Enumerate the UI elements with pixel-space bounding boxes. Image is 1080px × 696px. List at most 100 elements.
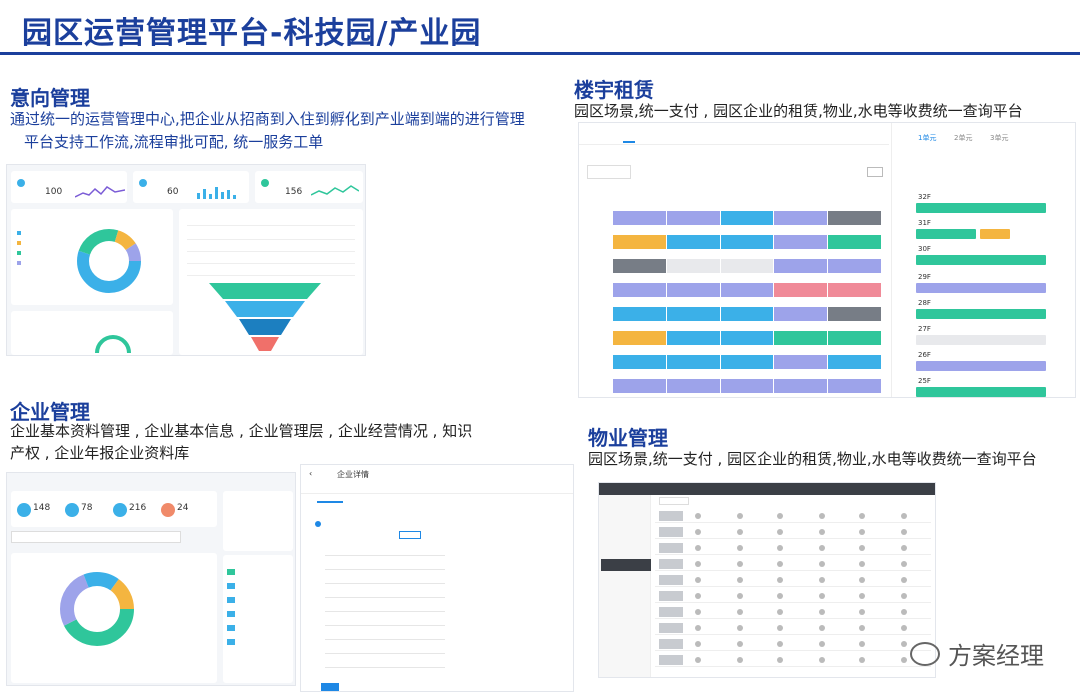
donut-card [11,209,173,305]
sparkline-3 [311,185,359,196]
grid-toggle-icon[interactable] [867,167,883,177]
stat-value: 148 [33,503,51,513]
property-desc: 园区场景,统一支付 , 园区企业的租赁,物业,水电等收费统一查询平台 [588,450,1037,468]
enterprise-stats: 148 78 216 24 [11,491,217,527]
stat-value: 100 [45,187,63,197]
unit-bar [980,229,1010,239]
stat-icon [139,179,147,187]
table-row [655,541,931,555]
enterprise-dashboard: 148 78 216 24 [6,472,296,686]
unit-bar [916,387,1046,397]
unit-bar [916,361,1046,371]
lease-row [613,307,881,321]
unit-tab-1[interactable]: 1单元 [918,133,936,143]
stat-icon [65,503,79,517]
intent-desc-line2: 平台支持工作流,流程审批可配, 统一服务工单 [24,133,324,151]
table-row [655,637,931,651]
stat-card-1: 100 [11,171,127,203]
unit-bar [916,309,1046,319]
intent-screenshot: 100 60 156 [6,164,366,356]
funnel-card [179,209,363,355]
floor-label: 30F [918,245,931,253]
submit-button[interactable] [321,683,339,691]
intent-desc-line1: 通过统一的运营管理中心,把企业从招商到入住到孵化到产业端到端的进行管理 [10,110,525,128]
lease-row [613,379,881,393]
page-title: 园区运营管理平台-科技园/产业园 [22,16,482,51]
unit-bar [916,203,1046,213]
wechat-icon [910,641,940,666]
unit-tab-2[interactable]: 2单元 [954,133,972,143]
floor-label: 25F [918,377,931,385]
stat-value: 78 [81,503,93,513]
leasing-title: 楼宇租赁 [574,78,654,102]
funnel-chart [209,283,321,351]
unit-bar [916,229,976,239]
enterprise-desc-line2: 产权 , 企业年报企业资料库 [10,444,190,462]
table-row [655,509,931,523]
leasing-screenshot: 1单元 2单元 3单元 32F 31F 30F 29F 28F 27F 26F … [578,122,1076,398]
donut-chart [77,229,141,293]
leasing-desc: 园区场景,统一支付 , 园区企业的租赁,物业,水电等收费统一查询平台 [574,102,1023,120]
stat-value: 156 [285,187,303,197]
floor-label: 32F [918,193,931,201]
nav-sidebar[interactable] [599,495,651,677]
stat-card-2: 60 [133,171,249,203]
detail-title: 企业详情 [337,470,369,479]
section-bullet [315,521,321,527]
lease-row [613,235,881,249]
unit-panel: 1单元 2单元 3单元 32F 31F 30F 29F 28F 27F 26F … [891,123,1075,397]
stat-icon [261,179,269,187]
unit-bar [916,335,1046,345]
watermark-text: 方案经理 [948,642,1044,670]
table-row [655,589,931,603]
watermark: 方案经理 [910,636,1044,671]
pie-card [11,553,217,683]
search-input[interactable] [11,531,181,543]
table-row [655,557,931,571]
back-icon[interactable]: ‹ [309,469,312,478]
active-tab-indicator [317,501,343,503]
floor-label: 29F [918,273,931,281]
intent-title: 意向管理 [10,86,90,110]
stat-value: 60 [167,187,179,197]
floor-label: 31F [918,219,931,227]
stat-value: 216 [129,503,147,513]
stat-icon [17,503,31,517]
stat-card-3: 156 [255,171,363,203]
enterprise-desc-line1: 企业基本资料管理 , 企业基本信息 , 企业管理层 , 企业经营情况 , 知识 [10,422,473,440]
stat-icon [113,503,127,517]
side-list [223,555,293,683]
nav-item-active[interactable] [601,559,651,571]
edit-button[interactable] [399,531,421,539]
unit-tab-3[interactable]: 3单元 [990,133,1008,143]
table-row [655,605,931,619]
floor-label: 27F [918,325,931,333]
bar-spark-2 [197,187,236,199]
legend-swatch [17,261,21,265]
table-row [655,573,931,587]
legend-swatch [17,231,21,235]
lease-row [613,331,881,345]
stat-icon [161,503,175,517]
side-stats [223,491,293,551]
table-row [655,525,931,539]
progress-arc [95,335,131,354]
unit-bar [916,283,1046,293]
progress-card [11,311,173,355]
app-topbar [599,483,935,495]
lease-row [613,283,881,297]
table-row [655,621,931,635]
stat-icon [17,179,25,187]
property-title: 物业管理 [588,426,668,450]
sparkline-1 [75,186,125,198]
stat-value: 24 [177,503,189,513]
lease-row [613,211,881,225]
lease-row [613,355,881,369]
filter-select[interactable] [659,497,689,505]
floor-label: 26F [918,351,931,359]
property-screenshot [598,482,936,678]
enterprise-detail: ‹ 企业详情 [300,464,574,692]
table-row [655,653,931,667]
enterprise-donut [60,572,134,646]
filter-select[interactable] [587,165,631,179]
